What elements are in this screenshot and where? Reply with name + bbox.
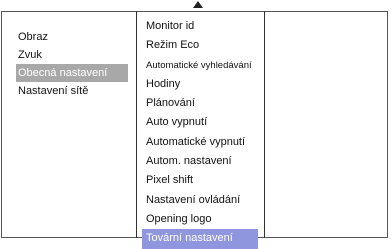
- column-divider-right: [264, 11, 265, 238]
- column-divider-left: [136, 11, 137, 238]
- submenu-item-monitor-id[interactable]: Monitor id: [142, 17, 258, 36]
- menu-item-obecna-nastaveni[interactable]: Obecná nastavení: [16, 64, 128, 82]
- menu-item-obraz[interactable]: Obraz: [16, 28, 128, 46]
- submenu-item-hodiny[interactable]: Hodiny: [142, 75, 258, 94]
- submenu-item-pixel-shift[interactable]: Pixel shift: [142, 171, 258, 190]
- submenu-item-automaticke-vyhledavani[interactable]: Automatické vyhledávání: [142, 56, 258, 75]
- submenu-item-auto-vypnuti[interactable]: Auto vypnutí: [142, 113, 258, 132]
- menu-item-nastaveni-site[interactable]: Nastavení sítě: [16, 82, 128, 100]
- category-menu: Obraz Zvuk Obecná nastavení Nastavení sí…: [16, 28, 128, 100]
- submenu-item-autom-nastaveni[interactable]: Autom. nastavení: [142, 152, 258, 171]
- submenu-item-tovarni-nastaveni[interactable]: Tovární nastavení: [142, 229, 258, 249]
- submenu-item-planovani[interactable]: Plánování: [142, 94, 258, 113]
- submenu-item-nastaveni-ovladani[interactable]: Nastavení ovládání: [142, 191, 258, 210]
- submenu-item-rezim-eco[interactable]: Režim Eco: [142, 36, 258, 55]
- settings-submenu: Monitor id Režim Eco Automatické vyhledá…: [142, 17, 258, 249]
- submenu-item-automaticke-vypnuti[interactable]: Automatické vypnutí: [142, 133, 258, 152]
- menu-item-zvuk[interactable]: Zvuk: [16, 46, 128, 64]
- scroll-up-arrow-icon[interactable]: [193, 1, 203, 8]
- submenu-item-opening-logo[interactable]: Opening logo: [142, 210, 258, 229]
